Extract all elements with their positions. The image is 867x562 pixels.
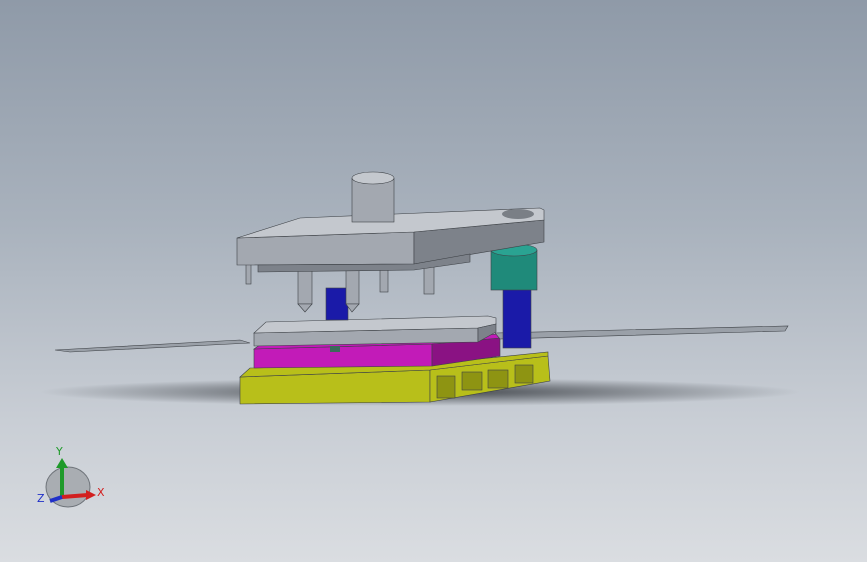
triad-x-axis (61, 493, 89, 499)
punch-left[interactable] (325, 287, 349, 321)
view-triad[interactable] (45, 458, 96, 508)
triad-x-arrowhead (86, 490, 96, 500)
stripper-plate[interactable] (253, 315, 497, 347)
die-assembly-model[interactable] (0, 0, 867, 562)
triad-x-label: X (97, 486, 105, 499)
guide-post-right[interactable] (490, 243, 538, 349)
triad-y-label: Y (56, 445, 63, 458)
graphics-viewport[interactable]: Y X Z (0, 0, 867, 562)
shank[interactable] (351, 171, 395, 223)
triad-z-label: Z (37, 492, 45, 505)
triad-y-arrowhead (56, 458, 68, 468)
die-plate-detail (330, 346, 340, 352)
upper-plate-boss (502, 209, 534, 219)
